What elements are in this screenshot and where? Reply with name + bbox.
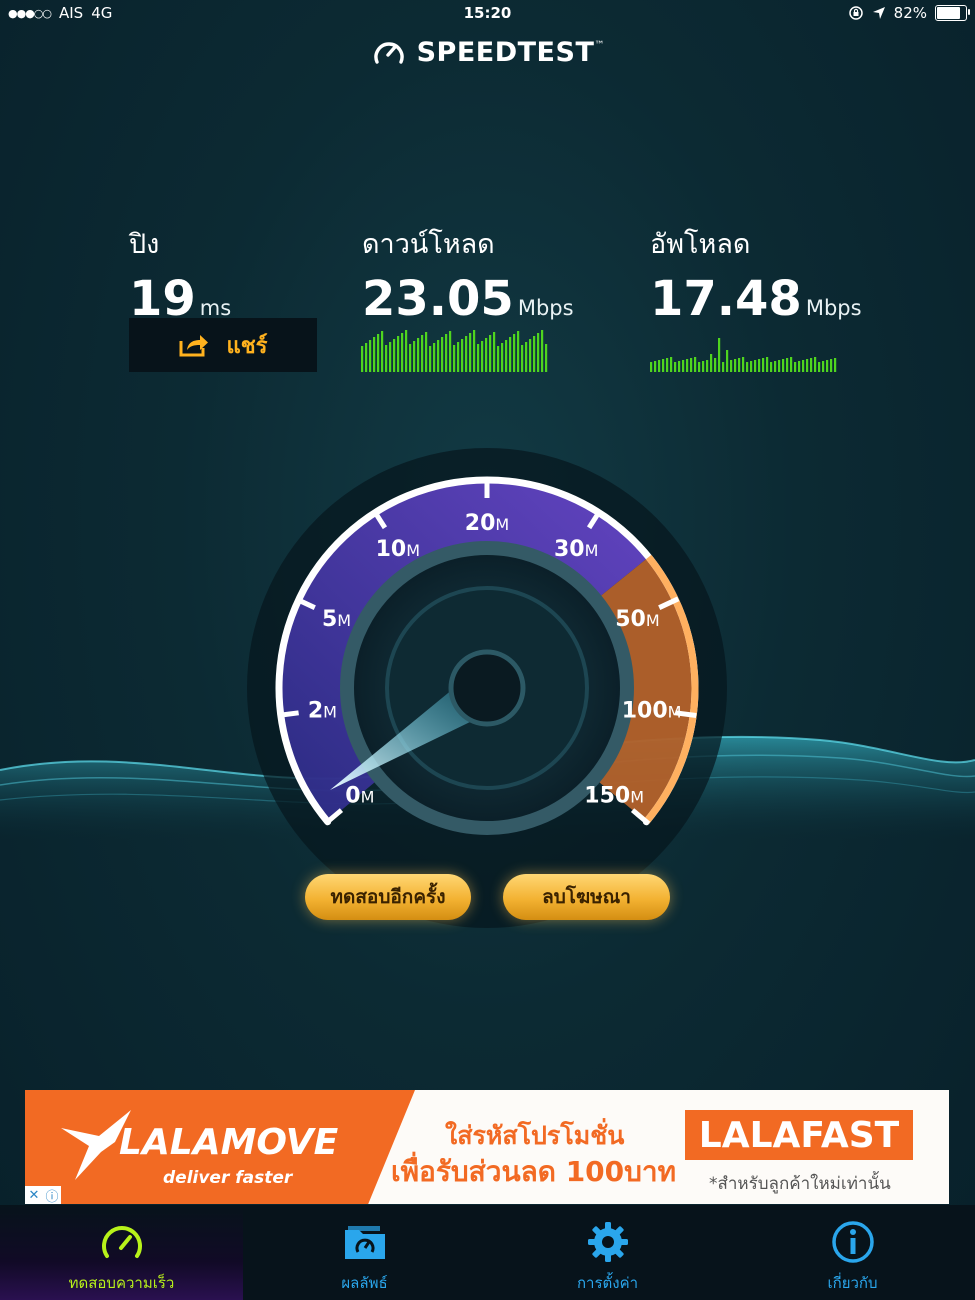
gauge-tick-label: 0M [345, 784, 374, 809]
gauge-tick-label: 20M [465, 511, 509, 536]
ad-close-icon[interactable]: ✕ [25, 1186, 43, 1204]
folder-icon [344, 1226, 385, 1259]
gauge-tick-label: 100M [622, 699, 682, 724]
ad-controls: ✕ ⓘ [25, 1186, 61, 1205]
gauge-tick-label: 50M [615, 607, 659, 632]
tab-label: การตั้งค่า [576, 1274, 639, 1292]
tab-results[interactable]: ผลลัพธ์ [243, 1205, 486, 1300]
gear-icon [587, 1222, 628, 1262]
tab-bar: ทดสอบความเร็ว ผลลัพธ์ การตั้งค่า เกี่ยวก… [0, 1205, 975, 1300]
tab-label: ผลลัพธ์ [341, 1274, 388, 1292]
tab-label: ทดสอบความเร็ว [68, 1274, 175, 1292]
gauge-tick-label: 10M [376, 537, 420, 562]
info-icon [831, 1221, 874, 1263]
ad-brand: LALAMOVE [119, 1122, 339, 1163]
speedometer-icon [101, 1226, 142, 1258]
ad-promo-code: LALAFAST [685, 1110, 913, 1160]
retest-button[interactable]: ทดสอบอีกครั้ง [305, 874, 471, 920]
ad-info-icon[interactable]: ⓘ [43, 1186, 61, 1205]
ad-offer: เพื่อรับส่วนลด 100บาท [391, 1155, 677, 1188]
gauge-hub [448, 649, 526, 727]
ad-note: *สำหรับลูกค้าใหม่เท่านั้น [709, 1174, 891, 1194]
ad-banner[interactable]: LALAMOVE deliver faster ใส่รหัสโปรโมชั่น… [25, 1090, 949, 1204]
gauge-tick [277, 710, 299, 719]
ad-tagline: deliver faster [163, 1168, 293, 1188]
remove-ads-button[interactable]: ลบโฆษณา [503, 874, 670, 920]
tab-speedtest[interactable]: ทดสอบความเร็ว [0, 1205, 243, 1300]
tab-about[interactable]: เกี่ยวกับ [731, 1205, 974, 1300]
tab-settings[interactable]: การตั้งค่า [486, 1205, 729, 1300]
gauge-tick-label: 150M [584, 784, 644, 809]
gauge-tick-label: 5M [322, 607, 351, 632]
tab-label: เกี่ยวกับ [827, 1274, 878, 1292]
gauge-tick-label: 30M [554, 537, 598, 562]
gauge-tick-label: 2M [308, 699, 337, 724]
